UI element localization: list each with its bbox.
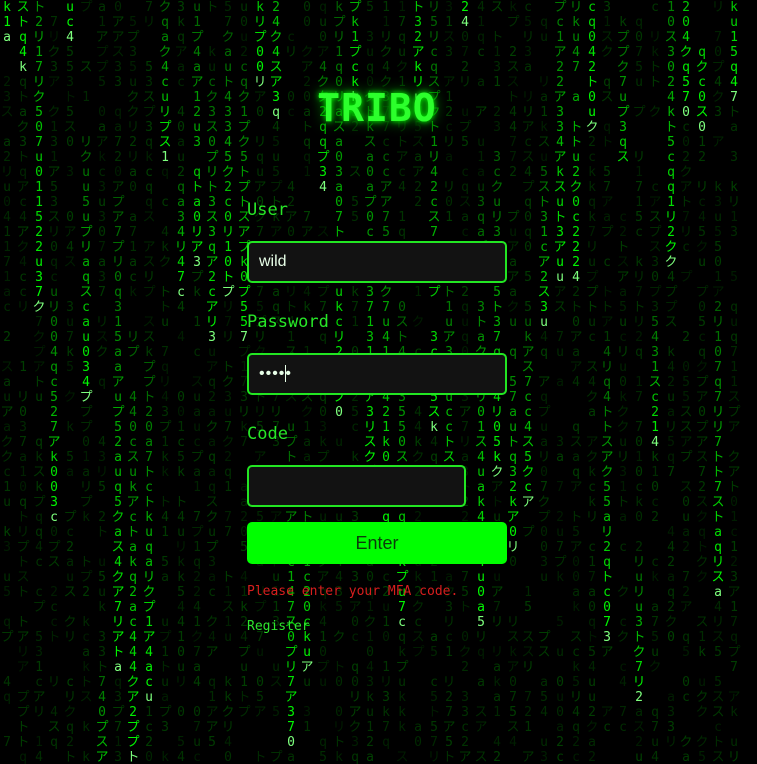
matrix-rain-column: 7リク3ア ク131ア53スリ0qcuリ004qc527アk003c0プス 2c… xyxy=(47,15,61,750)
matrix-rain-column: cq042ト0uク2ckkqk7リuププトuc ス4クa アクkckリ c17a… xyxy=(585,0,599,764)
matrix-rain-column: 57クauト43345ク2c0リ10トプリ7リ トク3u7ク2q1 77 ト1ス… xyxy=(221,0,235,764)
matrix-rain-column: ku15q47トa 3 kリ13 5 quq711スプア クアト01c123ア1… xyxy=(727,0,741,764)
matrix-rain-column: c5リ3a リリアcス4プq0q0 5 5ukアス7cc4ス5クcア プ 15 … xyxy=(521,0,535,764)
matrix-rain-column: q075u プ リ1715c kリ7トリ2q 17 7010ck0 2リuリu3… xyxy=(632,15,646,764)
matrix-rain-column: 3kqアac 40au2qa34リ47c4 4 001c5k ト4uリkk544… xyxy=(174,0,188,764)
matrix-rain-column: 10ス3024kト5cqq1リ2クク4ププス k42uaリ5q7 442aq2ク… xyxy=(664,0,678,750)
password-field-wrapper xyxy=(247,353,507,395)
password-label: Password xyxy=(247,312,329,332)
matrix-rain-column: qクc0ス012 リc45クu プ05cqクプア0プアス72スクqトクク ス1k… xyxy=(695,45,709,764)
app-title: TRIBO xyxy=(317,86,437,130)
text-caret xyxy=(285,365,286,382)
enter-button[interactable]: Enter xyxy=(247,522,507,564)
matrix-rain-column: プc1ア22ア334アkスuト3アuuアス 7u a 3a 7 2u7プk 5 … xyxy=(553,0,567,764)
register-link[interactable]: Register xyxy=(247,619,310,634)
matrix-rain-column: ト2リ17リク507u011522u37ク7クプアトu qkスkプqq4c cプ… xyxy=(32,0,46,764)
matrix-rain-column: 31スク qス qト 57アaプ c トトア14リq4トトスアク55aリ2qトc… xyxy=(600,0,614,735)
code-label: Code xyxy=(247,424,288,444)
login-screen: k1a 23ス a2リu041171ac 2 スauアaククc1u k3 u5 … xyxy=(0,0,757,764)
matrix-rain-column: kプ 2ススト44772 プuアaアaクu q 57auトq32kア0リ0 リス… xyxy=(506,0,520,750)
mfa-code-input[interactable] xyxy=(247,465,466,507)
matrix-rain-column: u1プ4aア12u3 qトa0リア3プk 1 c スuaucプa1 7プ1q22… xyxy=(190,0,204,764)
matrix-rain-column: ストq4kqトaク3トqアc4アク4ccリ 1 リ037a10qトリプトスト ト… xyxy=(16,0,30,764)
matrix-rain-column: 5プ35uククリ2リa0 a71ack リプ 440cスukアcトakq2ac4… xyxy=(126,15,140,764)
matrix-rain-column: c リkトト ク cアスプス30プ35431スc214k10c2 ck a75u… xyxy=(648,0,662,764)
matrix-rain-column: qu リa1kスu5スト31cア2ス3u4q アqプuaリ07クプ003u プス… xyxy=(537,15,551,764)
matrix-rain-column: uc4553ト5ス0 3 0ア4ス 3u7k5 ク k 5a プc2auス クリ… xyxy=(63,0,77,764)
matrix-rain-column: 7リ 53スプ3qkcqqス アスリプ ススkププト20a7トcトkuqaリクプ… xyxy=(142,0,156,764)
matrix-rain-column: ト kucク3ス0プリト3ス3qア2cアリ3uアq2aクaqaqスクuプ3ac … xyxy=(205,0,219,750)
matrix-rain-column: 0アアス33 qa720アプア7プリ0q315aaアuプ52auq5クaス4クア… xyxy=(111,0,125,764)
matrix-rain-column: クqaク4cuリプス1q c 4kク トトu 7qリ43プ1kk ト41 5a … xyxy=(158,0,172,764)
matrix-rain-column: a1アププ5 0aアkc3u307a37 リスク q 43リ5 2ト u5uk … xyxy=(95,0,109,764)
matrix-rain-column: プ ス 1 リクuu5uプリaqスcau034プププ01aリプk トプ2 kca… xyxy=(79,0,93,764)
matrix-rain-column: リ 70プ4ク3 ア k3u5501ア2リ107q7リリ7トト7ストaqリスa4… xyxy=(711,0,725,764)
matrix-rain-column: 204クq570c02クアト7リc プ 2 055ススアプ ス0ua2 72ア … xyxy=(679,0,693,764)
error-message: Please enter your MFA code. xyxy=(247,584,459,599)
user-label: User xyxy=(247,200,288,220)
login-form: TRIBO User Password Code Enter Please en… xyxy=(247,82,507,634)
matrix-rain-column: リku47 a トトu2ク0c22242ト0アaア4 qスaqア ト5ア00ak… xyxy=(569,0,583,764)
password-input[interactable] xyxy=(247,353,507,395)
user-input[interactable] xyxy=(247,241,507,283)
matrix-rain-column: kププク7uプ3qス c2トスアa5ucリu0kククuリ31トa c ク cク … xyxy=(616,15,630,735)
matrix-rain-column: k1a 23ス a2リu041171ac 2 スauアaククc1u k3 u5 … xyxy=(0,0,14,750)
